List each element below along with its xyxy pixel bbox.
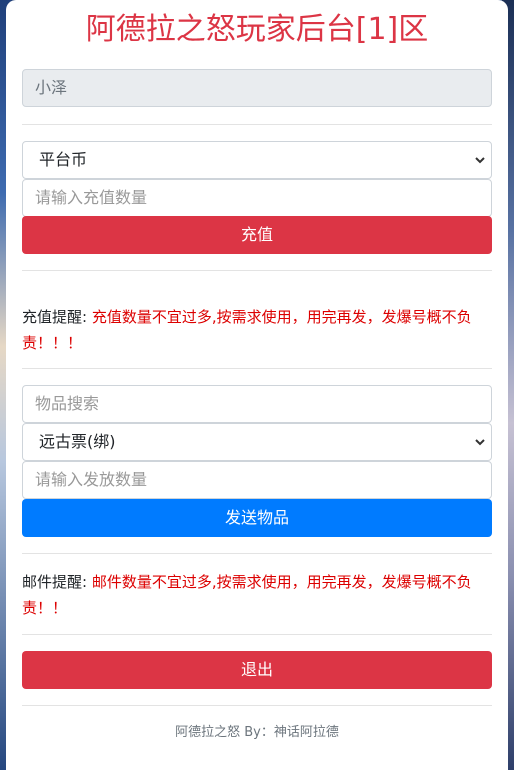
item-search-input[interactable]: 物品搜索 — [22, 385, 492, 423]
currency-select-value: 平台币 — [39, 150, 88, 169]
mail-notice-text: 邮件数量不宜过多,按需求使用，用完再发，发爆号概不负责！！ — [22, 573, 472, 617]
divider — [22, 270, 492, 271]
divider — [22, 634, 492, 635]
mail-notice-label: 邮件提醒: — [22, 573, 88, 591]
divider — [22, 705, 492, 706]
divider — [22, 553, 492, 554]
chevron-down-icon — [475, 157, 485, 164]
recharge-notice-text: 充值数量不宜过多,按需求使用，用完再发，发爆号概不负责！！！ — [22, 308, 472, 352]
send-item-button[interactable]: 发送物品 — [22, 499, 492, 537]
recharge-notice: 充值提醒: 充值数量不宜过多,按需求使用，用完再发，发爆号概不负责！！！ — [22, 304, 492, 356]
player-name-field: 小泽 — [22, 69, 492, 107]
currency-select[interactable]: 平台币 — [22, 141, 492, 179]
recharge-button[interactable]: 充值 — [22, 216, 492, 254]
mail-notice: 邮件提醒: 邮件数量不宜过多,按需求使用，用完再发，发爆号概不负责！！ — [22, 569, 492, 621]
admin-panel-card: 阿德拉之怒玩家后台[1]区 小泽 平台币 请输入充值数量 充值 充值提醒: 充值… — [6, 0, 508, 770]
item-select-value: 远古票(绑) — [39, 432, 116, 451]
recharge-amount-input[interactable]: 请输入充值数量 — [22, 179, 492, 217]
item-amount-input[interactable]: 请输入发放数量 — [22, 461, 492, 499]
page-title: 阿德拉之怒玩家后台[1]区 — [85, 12, 429, 47]
recharge-notice-label: 充值提醒: — [22, 308, 88, 326]
divider — [22, 124, 492, 125]
chevron-down-icon — [475, 439, 485, 446]
divider — [22, 368, 492, 369]
footer-text: 阿德拉之怒 By：神话阿拉德 — [175, 725, 339, 740]
logout-button[interactable]: 退出 — [22, 651, 492, 689]
item-select[interactable]: 远古票(绑) — [22, 423, 492, 461]
